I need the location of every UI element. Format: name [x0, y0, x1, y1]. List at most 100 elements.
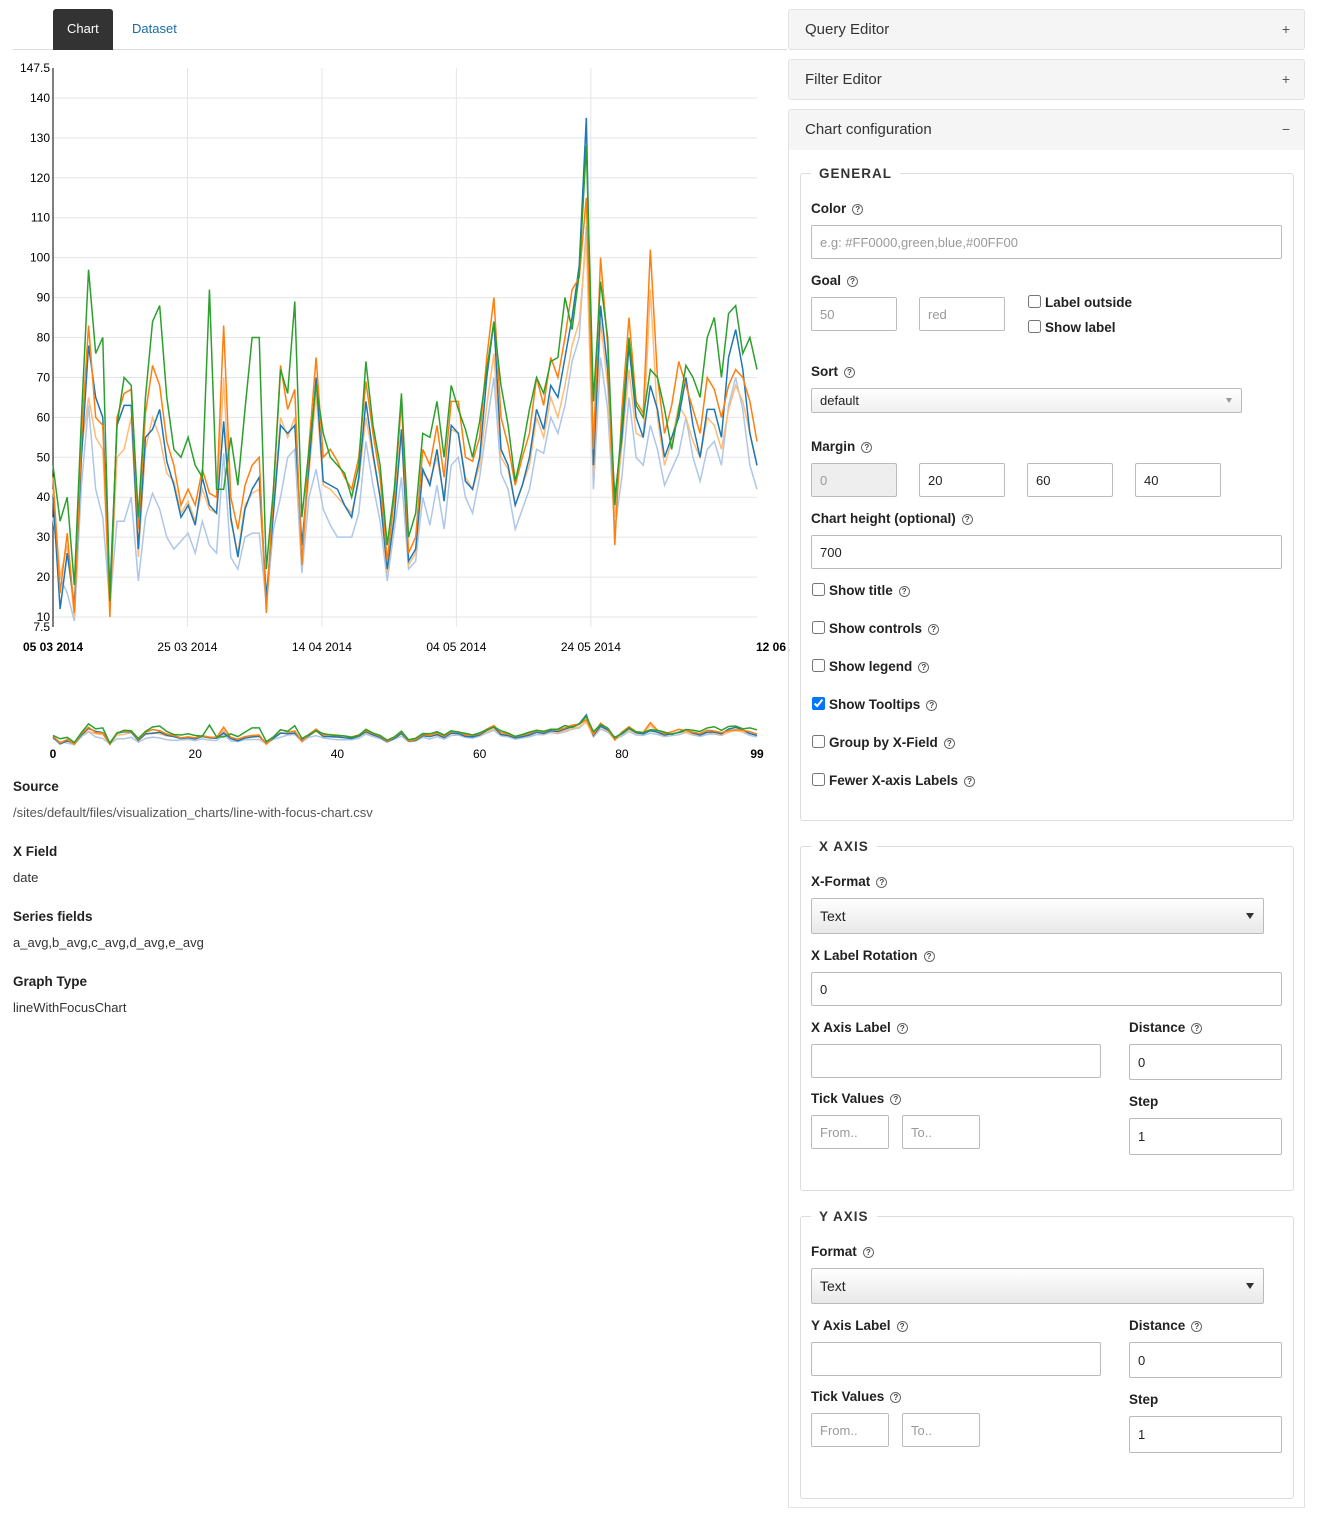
- help-icon[interactable]: ?: [926, 700, 938, 711]
- series-fields-value: a_avg,b_avg,c_avg,d_avg,e_avg: [13, 935, 204, 950]
- chart-configuration-panel[interactable]: Chart configuration −: [788, 109, 1305, 150]
- x-axis-legend: X AXIS: [819, 839, 869, 854]
- group-by-x-field-checkbox[interactable]: Group by X-Field?: [811, 733, 1282, 771]
- show-title-checkbox[interactable]: Show title?: [811, 581, 1282, 619]
- fewer-x-axis-labels-checkbox[interactable]: Fewer X-axis Labels?: [811, 771, 1282, 809]
- y-tick-label: 60: [37, 410, 51, 424]
- y-tick-label: 120: [30, 171, 50, 185]
- help-icon[interactable]: ?: [896, 1023, 908, 1034]
- x-distance-label: Distance?: [1129, 1020, 1282, 1035]
- help-icon[interactable]: ?: [928, 624, 940, 635]
- show-legend-checkbox[interactable]: Show legend?: [811, 657, 1282, 695]
- x-format-select[interactable]: Text: [811, 898, 1264, 934]
- y-distance-input[interactable]: [1129, 1342, 1282, 1378]
- graph-type-label: Graph Type: [13, 974, 88, 989]
- y-tick-label: 50: [37, 450, 51, 464]
- goal-label: Goal?: [811, 273, 1282, 288]
- x-step-label: Step: [1129, 1094, 1159, 1109]
- help-icon[interactable]: ?: [876, 877, 888, 888]
- help-icon[interactable]: ?: [896, 1321, 908, 1332]
- y-format-label: Format?: [811, 1244, 1282, 1259]
- help-icon[interactable]: ?: [923, 951, 935, 962]
- y-axis-legend: Y AXIS: [819, 1209, 869, 1224]
- show-label-checkbox[interactable]: Show label: [1027, 318, 1132, 338]
- y-tick-label: 147.5: [20, 61, 50, 75]
- focus-x-tick-label: 0: [50, 747, 57, 761]
- x-tick-label: 14 04 2014: [292, 640, 352, 654]
- focus-x-tick-label: 20: [189, 747, 203, 761]
- x-tick-label: 04 05 2014: [426, 640, 486, 654]
- collapse-icon[interactable]: −: [1282, 110, 1290, 149]
- help-icon[interactable]: ?: [943, 738, 955, 749]
- chevron-down-icon: [1246, 913, 1254, 919]
- tab-bar: Chart Dataset: [13, 9, 787, 50]
- y-axis-label-input[interactable]: [811, 1342, 1101, 1376]
- focus-x-tick-label: 40: [331, 747, 345, 761]
- x-tick-values-label: Tick Values?: [811, 1091, 1129, 1106]
- x-tick-from-input[interactable]: [811, 1115, 889, 1149]
- y-tick-to-input[interactable]: [902, 1413, 980, 1447]
- label-outside-checkbox[interactable]: Label outside: [1027, 293, 1132, 318]
- chart-height-input[interactable]: [811, 535, 1282, 569]
- help-icon[interactable]: ?: [898, 586, 910, 597]
- tab-dataset[interactable]: Dataset: [118, 9, 191, 50]
- x-step-input[interactable]: [1129, 1118, 1282, 1155]
- help-icon[interactable]: ?: [844, 367, 855, 378]
- x-tick-to-input[interactable]: [902, 1115, 980, 1149]
- focus-x-tick-label: 80: [615, 747, 629, 761]
- x-axis-label-input[interactable]: [811, 1044, 1101, 1078]
- help-icon[interactable]: ?: [961, 514, 973, 525]
- general-legend: GENERAL: [819, 166, 893, 181]
- goal-value-input[interactable]: [811, 297, 897, 331]
- goal-color-input[interactable]: [919, 297, 1005, 331]
- xfield-value: date: [13, 870, 39, 885]
- y-tick-from-input[interactable]: [811, 1413, 889, 1447]
- chart-metadata: Source /sites/default/files/visualizatio…: [13, 779, 773, 1039]
- y-tick-label: 20: [37, 570, 51, 584]
- source-label: Source: [13, 779, 59, 794]
- x-tick-label: 25 03 2014: [157, 640, 217, 654]
- chart-area: Chart Dataset 147.5 140 130 120 110 100 90 80 70…: [0, 0, 790, 1525]
- y-axis-fieldset: Y AXIS Format? Text Y Axis Label? Tick V…: [800, 1209, 1294, 1499]
- show-controls-checkbox[interactable]: Show controls?: [811, 619, 1282, 657]
- help-icon[interactable]: ?: [964, 776, 976, 787]
- y-tick-label: 40: [37, 490, 51, 504]
- y-tick-label: 110: [31, 211, 50, 225]
- y-tick-label: 130: [30, 131, 50, 145]
- help-icon[interactable]: ?: [1191, 1023, 1203, 1034]
- line-with-focus-chart[interactable]: 147.51401301201101009080706050403020107.…: [0, 55, 790, 765]
- expand-icon[interactable]: +: [1282, 10, 1290, 49]
- help-icon[interactable]: ?: [890, 1094, 902, 1105]
- x-label-rotation-input[interactable]: [811, 972, 1282, 1006]
- focus-x-tick-label: 99: [750, 747, 764, 761]
- query-editor-panel[interactable]: Query Editor +: [788, 9, 1305, 50]
- x-axis-label-label: X Axis Label?: [811, 1020, 1129, 1035]
- margin-right-input[interactable]: [919, 463, 1005, 497]
- help-icon[interactable]: ?: [847, 276, 859, 287]
- tab-chart[interactable]: Chart: [53, 9, 113, 50]
- y-format-select[interactable]: Text: [811, 1268, 1264, 1304]
- help-icon[interactable]: ?: [862, 1247, 874, 1258]
- x-distance-input[interactable]: [1129, 1044, 1282, 1080]
- margin-left-input[interactable]: [1135, 463, 1221, 497]
- sort-select[interactable]: default: [811, 388, 1242, 413]
- x-format-label: X-Format?: [811, 874, 1282, 889]
- chart-configuration-title: Chart configuration: [805, 121, 932, 138]
- expand-icon[interactable]: +: [1282, 60, 1290, 99]
- margin-top-input[interactable]: [811, 463, 897, 497]
- color-input[interactable]: [811, 225, 1282, 259]
- help-icon[interactable]: ?: [861, 442, 873, 453]
- margin-bottom-input[interactable]: [1027, 463, 1113, 497]
- y-axis-label-label: Y Axis Label?: [811, 1318, 1129, 1333]
- sort-label: Sort?: [811, 364, 1282, 379]
- focus-x-tick-label: 60: [473, 747, 487, 761]
- help-icon[interactable]: ?: [1191, 1321, 1203, 1332]
- help-icon[interactable]: ?: [852, 204, 864, 215]
- filter-editor-panel[interactable]: Filter Editor +: [788, 59, 1305, 100]
- help-icon[interactable]: ?: [890, 1392, 902, 1403]
- y-step-input[interactable]: [1129, 1416, 1282, 1453]
- chart-height-label: Chart height (optional)?: [811, 511, 1282, 526]
- help-icon[interactable]: ?: [918, 662, 930, 673]
- show-tooltips-checkbox[interactable]: Show Tooltips?: [811, 695, 1282, 733]
- source-value: /sites/default/files/visualization_chart…: [13, 805, 373, 820]
